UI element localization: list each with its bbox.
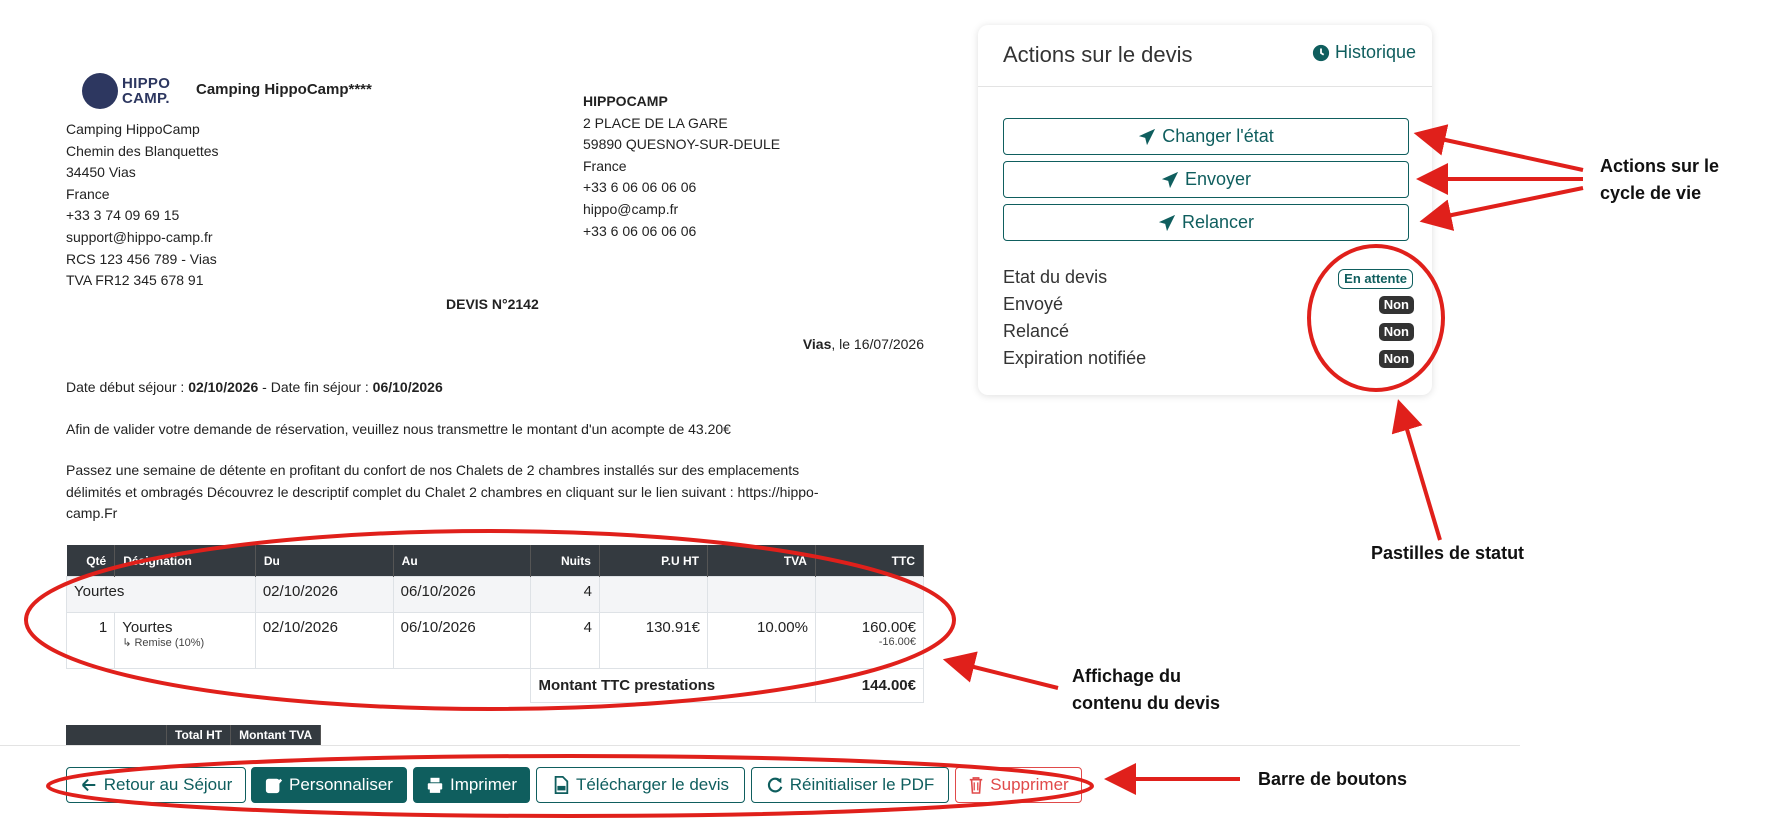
arrow-to-content [942,651,1059,690]
arrow-to-status-badges [1391,399,1442,541]
annotation-overlay [24,124,1584,818]
arrow-to-change-state [1413,124,1584,172]
annotation-content: Affichage du contenu du devis [1072,666,1221,713]
content-ellipse [24,529,956,711]
annotation-status-badges: Pastilles de statut [1371,543,1525,563]
annotation-button-bar: Barre de boutons [1258,769,1408,789]
status-badges-ellipse [1307,244,1445,392]
annotation-lifecycle: Actions sur le cycle de vie [1600,156,1720,203]
arrow-to-remind [1419,186,1584,231]
button-bar-ellipse [46,754,1094,818]
